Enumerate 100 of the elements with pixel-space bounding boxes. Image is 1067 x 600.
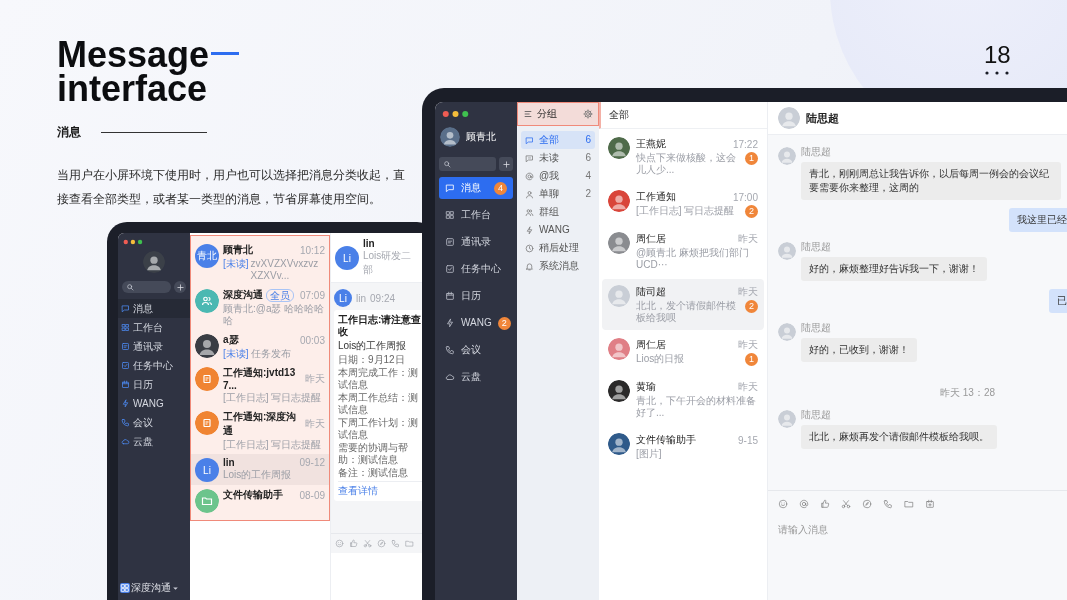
- report-field: 需要的协调与帮助：测试信息: [338, 442, 423, 466]
- sender-name: 陆思超: [801, 321, 832, 335]
- message-input[interactable]: 请输入消息: [778, 524, 1057, 535]
- unread-label: [未读]: [223, 258, 249, 270]
- nav-item[interactable]: WANG 2: [439, 312, 513, 334]
- page-number: 18: [984, 42, 1011, 68]
- report-field: 本周工作总结：测试信息: [338, 392, 423, 416]
- conversation-item[interactable]: 工作通知 17:00 [工作日志] 写日志提醒 2: [602, 184, 764, 224]
- groups-title: 分组: [537, 107, 557, 121]
- report-field: 日期：9月12日: [338, 354, 423, 366]
- group-item[interactable]: @我 4: [521, 167, 595, 185]
- unread-count: 4: [494, 181, 507, 195]
- card-title: 工作日志:请注意查收: [338, 314, 423, 338]
- message-bubble: 已: [1049, 289, 1067, 313]
- timestamp: 昨天: [738, 338, 758, 352]
- chat-title: 陆思超: [806, 110, 839, 126]
- timestamp: 昨天: [738, 232, 758, 246]
- group-item[interactable]: 未读 6: [521, 149, 595, 167]
- message-preview: 北北，发个请假邮件模板给我呗: [636, 300, 737, 324]
- group-item[interactable]: 群组: [521, 203, 595, 221]
- unread-label: [未读]: [223, 348, 249, 360]
- conversation-item[interactable]: 深度沟通 全员 07:09 顾青北:@a瑟 哈哈哈哈哈: [191, 285, 329, 330]
- timestamp: 昨天: [738, 285, 758, 299]
- conversation-item[interactable]: 周仁居 昨天 @顾青北 麻烦把我们部门UCD···: [602, 226, 764, 277]
- message-bubble: 北北，麻烦再发个请假邮件模板给我呗。: [801, 425, 997, 449]
- report-field: 本周完成工作：测试信息: [338, 367, 423, 391]
- contact-name: lin: [223, 457, 235, 468]
- nav-item[interactable]: 消息 4: [439, 177, 513, 199]
- avatar: Li: [334, 289, 352, 307]
- message-preview: [工作日志] 写日志提醒: [223, 392, 322, 404]
- contact-name: 工作通知: [636, 190, 676, 204]
- unread-count: 2: [745, 205, 758, 218]
- contact-name: 深度沟通: [223, 288, 263, 302]
- timestamp: 昨天: [738, 380, 758, 394]
- conversation-item[interactable]: Li lin 09-12 Lois的工作周报: [191, 454, 329, 485]
- nav-item[interactable]: 任务中心: [439, 258, 513, 280]
- message-bubble: 我这里已经: [1009, 208, 1067, 232]
- message-preview: [图片]: [636, 448, 663, 460]
- timestamp: 10:12: [299, 244, 325, 256]
- conversation-item[interactable]: 王燕妮 17:22 快点下来做核酸，这会儿人少... 1: [602, 131, 764, 182]
- nav-item[interactable]: 消息: [118, 299, 190, 318]
- timestamp: 9-15: [738, 434, 758, 446]
- nav-item[interactable]: 云盘: [118, 432, 190, 451]
- conversation-item[interactable]: 文件传输助手 08-09: [191, 485, 329, 516]
- sender-name: 陆思超: [801, 240, 832, 254]
- item-count: 4: [585, 170, 591, 182]
- unread-count: 1: [745, 353, 758, 366]
- message-preview: [工作日志] 写日志提醒: [223, 439, 322, 451]
- group-item[interactable]: WANG: [521, 221, 595, 239]
- message-preview: Lois的工作周报: [223, 469, 292, 481]
- contact-name: 王燕妮: [636, 137, 666, 151]
- nav-item[interactable]: 通讯录: [439, 231, 513, 253]
- timestamp: 昨天: [305, 371, 325, 386]
- message-preview: 任务发布: [250, 348, 291, 360]
- sender-name: 陆思超: [801, 145, 832, 159]
- nav-item[interactable]: 日历: [439, 285, 513, 307]
- conversation-item[interactable]: 周仁居 昨天 Lios的日报 1: [602, 332, 764, 372]
- message-preview: 顾青北:@a瑟 哈哈哈哈哈: [223, 303, 325, 327]
- contact-name: a瑟: [223, 333, 239, 347]
- contact-name: 工作通知:深度沟通: [223, 410, 298, 438]
- user-name: 顾青北: [466, 130, 496, 144]
- sender-name: 陆思超: [801, 408, 832, 422]
- contact-name: 陆司超: [636, 285, 666, 299]
- contact-name: 工作通知:jvtd137...: [223, 366, 297, 391]
- group-item[interactable]: 稍后处理: [521, 239, 595, 257]
- nav-item[interactable]: 工作台: [118, 318, 190, 337]
- nav-item[interactable]: 工作台: [439, 204, 513, 226]
- message-preview: zvXVZXVvxzvzXZXVv...: [250, 258, 320, 282]
- description: 当用户在小屏环境下使用时，用户也可以选择把消息分类收起，直接查看全部类型，或者某一类型的消息，节省屏幕使用空间。: [57, 167, 406, 208]
- contact-name: 文件传输助手: [636, 433, 696, 447]
- sender-name: lin: [356, 292, 366, 304]
- conversation-item[interactable]: a瑟 00:03 [未读] 任务发布: [191, 330, 329, 363]
- workspace-switcher[interactable]: 深度沟通: [118, 581, 190, 595]
- conversation-item[interactable]: 青北 顾青北 10:12 [未读] zvXVZXVvxzvzXZXVv...: [191, 240, 329, 285]
- nav-item[interactable]: 会议: [118, 413, 190, 432]
- item-count: 6: [585, 134, 591, 146]
- report-field: 备注：测试信息: [338, 467, 423, 479]
- group-item[interactable]: 系统消息: [521, 257, 595, 275]
- nav-item[interactable]: 任务中心: [118, 356, 190, 375]
- section-label: 消息: [57, 124, 81, 141]
- conversation-item[interactable]: 黄瑜 昨天 青北，下午开会的材料准备好了...: [602, 374, 764, 425]
- timestamp: 00:03: [299, 334, 325, 346]
- conversation-item[interactable]: 文件传输助手 9-15 [图片]: [602, 427, 764, 466]
- nav-item[interactable]: 通讯录: [118, 337, 190, 356]
- nav-item[interactable]: WANG: [118, 394, 190, 413]
- unread-count: 2: [497, 316, 511, 330]
- message-preview: Lios的日报: [636, 353, 686, 365]
- group-item[interactable]: 全部 6: [521, 131, 595, 149]
- message-bubble: 青北，刚刚周总让我告诉你，以后每周一例会的会议纪要需要你来整理，这周的: [801, 162, 1061, 200]
- message-bubble: 好的，已收到，谢谢！: [801, 338, 917, 362]
- group-item[interactable]: 单聊 2: [521, 185, 595, 203]
- nav-item[interactable]: 日历: [118, 375, 190, 394]
- contact-name: 周仁居: [636, 338, 666, 352]
- avatar: 青北: [195, 244, 219, 268]
- timestamp: 昨天: [305, 417, 325, 431]
- nav-item[interactable]: 会议: [439, 339, 513, 361]
- item-count: 6: [585, 152, 591, 164]
- conversation-item[interactable]: 陆司超 昨天 北北，发个请假邮件模板给我呗 2: [602, 279, 764, 330]
- nav-item[interactable]: 云盘: [439, 366, 513, 388]
- message-bubble: 好的，麻烦整理好告诉我一下，谢谢！: [801, 257, 987, 281]
